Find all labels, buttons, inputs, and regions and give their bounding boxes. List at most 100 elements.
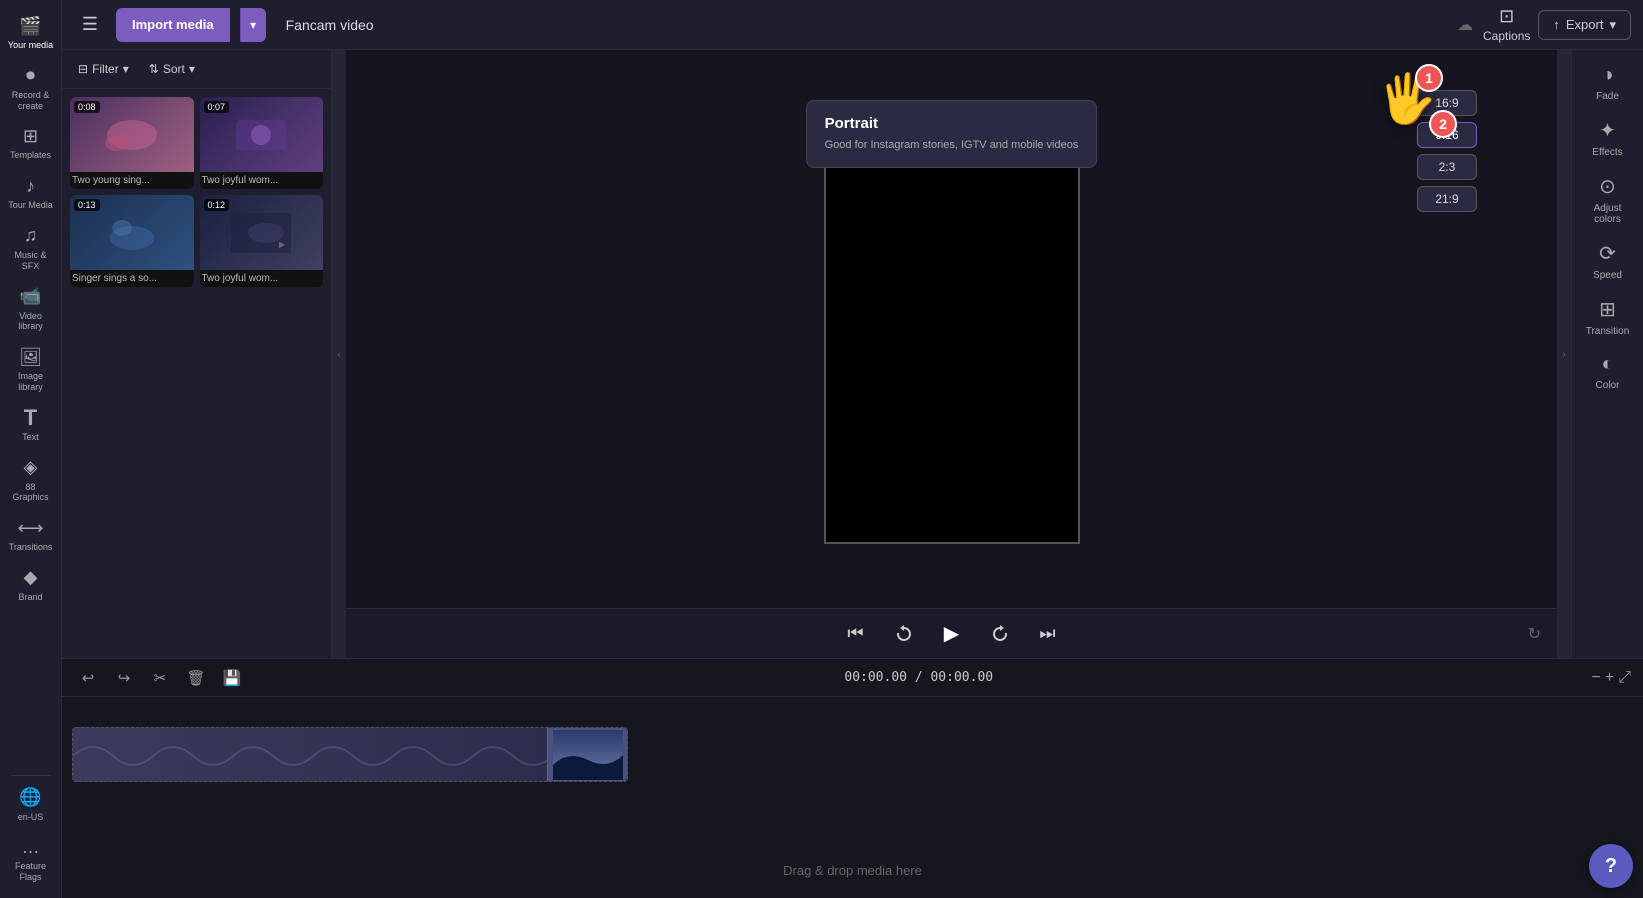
sidebar-divider bbox=[11, 775, 51, 776]
sidebar-label-video-library: Video library bbox=[7, 311, 55, 333]
tool-speed[interactable]: ⟳ Speed bbox=[1578, 235, 1638, 287]
export-dropdown-icon: ▾ bbox=[1609, 17, 1616, 33]
step-1-badge: 1 bbox=[1415, 64, 1443, 92]
sidebar-item-brand[interactable]: ◆ Brand bbox=[3, 561, 59, 609]
right-panel-collapse[interactable]: › bbox=[1557, 50, 1571, 658]
cut-button[interactable]: ✂ bbox=[146, 664, 174, 692]
media-item-4[interactable]: ▶ 0:12 Two joyful wom... bbox=[200, 195, 324, 287]
topbar: ☰ Import media ▾ Fancam video ☁ ⊡ Captio… bbox=[62, 0, 1643, 50]
sidebar-item-en-us[interactable]: 🌐 en-US bbox=[3, 781, 59, 829]
svg-text:▶: ▶ bbox=[279, 240, 286, 249]
video-library-icon: 📹 bbox=[20, 286, 42, 308]
panel-collapse-handle[interactable]: ‹ bbox=[332, 50, 346, 658]
sort-icon: ⇅ bbox=[149, 62, 159, 76]
captions-icon: ⊡ bbox=[1499, 6, 1514, 27]
sort-button[interactable]: ⇅ Sort ▾ bbox=[143, 58, 201, 80]
import-media-button[interactable]: Import media bbox=[116, 8, 230, 42]
track-content bbox=[72, 727, 628, 782]
color-icon: ◐ bbox=[1601, 353, 1613, 376]
filter-chevron: ▾ bbox=[123, 62, 129, 76]
media-label-2: Two joyful wom... bbox=[200, 172, 324, 189]
refresh-button[interactable]: ↻ bbox=[1528, 624, 1541, 644]
skip-forward-button[interactable]: ⏭ bbox=[1032, 618, 1064, 650]
captions-button[interactable]: ⊡ Captions bbox=[1483, 6, 1530, 43]
aspect-16-9-button[interactable]: 16:9 bbox=[1417, 90, 1477, 116]
aspect-21-9-button[interactable]: 21:9 bbox=[1417, 186, 1477, 212]
effects-label: Effects bbox=[1592, 147, 1622, 158]
sidebar-label-text: Text bbox=[22, 432, 39, 443]
tool-color[interactable]: ◐ Color bbox=[1578, 347, 1638, 397]
captions-label: Captions bbox=[1483, 29, 1530, 43]
sidebar-label-tour-media: Tour Media bbox=[8, 200, 53, 211]
forward5-button[interactable] bbox=[984, 618, 1016, 650]
aspect-9-16-button[interactable]: 9:16 bbox=[1417, 122, 1477, 148]
sidebar-item-image-library[interactable]: 🖼 Image library bbox=[3, 340, 59, 399]
transitions-icon: ⟷ bbox=[20, 517, 42, 539]
tool-effects[interactable]: ✦ Effects bbox=[1578, 112, 1638, 164]
transition-label: Transition bbox=[1586, 326, 1630, 337]
portrait-popup: Portrait Good for Instagram stories, IGT… bbox=[806, 100, 1098, 168]
timeline-toolbar: ↩ ↪ ✂ 🗑 💾 00:00.00 / 00:00.00 − + ⤢ bbox=[62, 659, 1643, 697]
portrait-title: Portrait bbox=[825, 115, 1079, 132]
preview-controls: ⏮ ▶ ⏭ ↻ bbox=[346, 608, 1557, 658]
delete-button[interactable]: 🗑 bbox=[182, 664, 210, 692]
rewind-button[interactable]: ⏮ bbox=[840, 618, 872, 650]
sidebar-item-transitions[interactable]: ⟷ Transitions bbox=[3, 511, 59, 559]
filter-button[interactable]: ⊟ Filter ▾ bbox=[72, 58, 135, 80]
filter-label: Filter bbox=[92, 62, 119, 76]
language-icon: 🌐 bbox=[20, 787, 42, 809]
sidebar-item-graphics[interactable]: ◈ 88 Graphics bbox=[3, 451, 59, 510]
sidebar-item-video-library[interactable]: 📹 Video library bbox=[3, 280, 59, 339]
media-label-4: Two joyful wom... bbox=[200, 270, 324, 287]
track-thumbnail-preview bbox=[547, 728, 627, 781]
main-area: ☰ Import media ▾ Fancam video ☁ ⊡ Captio… bbox=[62, 0, 1643, 898]
right-tools-panel: ◑ Fade ✦ Effects ⊙ Adjust colors ⟳ Speed… bbox=[1571, 50, 1643, 658]
transition-icon: ⊞ bbox=[1599, 297, 1616, 322]
export-icon: ↑ bbox=[1553, 17, 1560, 32]
sidebar-item-templates[interactable]: ⊞ Templates bbox=[3, 119, 59, 167]
sidebar-item-tour-media[interactable]: ♪ Tour Media bbox=[3, 169, 59, 217]
zoom-out-button[interactable]: − bbox=[1592, 669, 1601, 687]
export-label: Export bbox=[1566, 17, 1604, 32]
sidebar-item-your-media[interactable]: 🎬 Your media bbox=[3, 9, 59, 57]
zoom-in-button[interactable]: + bbox=[1605, 669, 1614, 687]
play-button[interactable]: ▶ bbox=[936, 618, 968, 650]
timeline-track[interactable] bbox=[62, 727, 1643, 782]
fade-icon: ◑ bbox=[1601, 64, 1613, 87]
media-item-3[interactable]: 0:13 Singer sings a so... bbox=[70, 195, 194, 287]
drag-drop-label: Drag & drop media here bbox=[62, 863, 1643, 878]
undo-button[interactable]: ↩ bbox=[74, 664, 102, 692]
sidebar-item-record-create[interactable]: ⏺ Record &create bbox=[3, 59, 59, 118]
topbar-right: ⊡ Captions ↑ Export ▾ bbox=[1483, 6, 1631, 43]
media-item-1[interactable]: 0:08 Two young sing... bbox=[70, 97, 194, 189]
sidebar-item-feature-flags[interactable]: … Feature Flags bbox=[3, 830, 59, 889]
tool-adjust-colors[interactable]: ⊙ Adjust colors bbox=[1578, 168, 1638, 231]
media-toolbar: ⊟ Filter ▾ ⇅ Sort ▾ bbox=[62, 50, 331, 89]
aspect-2-3-button[interactable]: 2:3 bbox=[1417, 154, 1477, 180]
back5-button[interactable] bbox=[888, 618, 920, 650]
record-create-icon: ⏺ bbox=[20, 65, 42, 87]
text-icon: T bbox=[20, 407, 42, 429]
sidebar-label-record-create: Record &create bbox=[12, 90, 50, 112]
media-item-2[interactable]: 0:07 Two joyful wom... bbox=[200, 97, 324, 189]
media-grid: 0:08 Two young sing... 0:07 Two joyful w… bbox=[62, 89, 331, 295]
sidebar-label-graphics: 88 Graphics bbox=[7, 482, 55, 504]
tool-transition[interactable]: ⊞ Transition bbox=[1578, 291, 1638, 343]
cloud-save-icon: ☁ bbox=[1457, 15, 1473, 35]
expand-button[interactable]: ⤢ bbox=[1618, 669, 1631, 687]
media-duration-3: 0:13 bbox=[74, 199, 100, 211]
timeline-section: ↩ ↪ ✂ 🗑 💾 00:00.00 / 00:00.00 − + ⤢ bbox=[62, 658, 1643, 898]
brand-icon: ◆ bbox=[20, 567, 42, 589]
menu-button[interactable]: ☰ bbox=[74, 9, 106, 41]
import-dropdown-button[interactable]: ▾ bbox=[240, 8, 266, 42]
sidebar-label-brand: Brand bbox=[18, 592, 42, 603]
export-button[interactable]: ↑ Export ▾ bbox=[1538, 10, 1631, 40]
tool-fade[interactable]: ◑ Fade bbox=[1578, 58, 1638, 108]
sidebar-item-text[interactable]: T Text bbox=[3, 401, 59, 449]
sidebar-item-music-sfx[interactable]: ♫ Music & SFX bbox=[3, 219, 59, 278]
redo-button[interactable]: ↪ bbox=[110, 664, 138, 692]
fade-label: Fade bbox=[1596, 91, 1619, 102]
preview-canvas: Portrait Good for Instagram stories, IGT… bbox=[346, 50, 1557, 608]
save-button[interactable]: 💾 bbox=[218, 664, 246, 692]
media-duration-4: 0:12 bbox=[204, 199, 230, 211]
